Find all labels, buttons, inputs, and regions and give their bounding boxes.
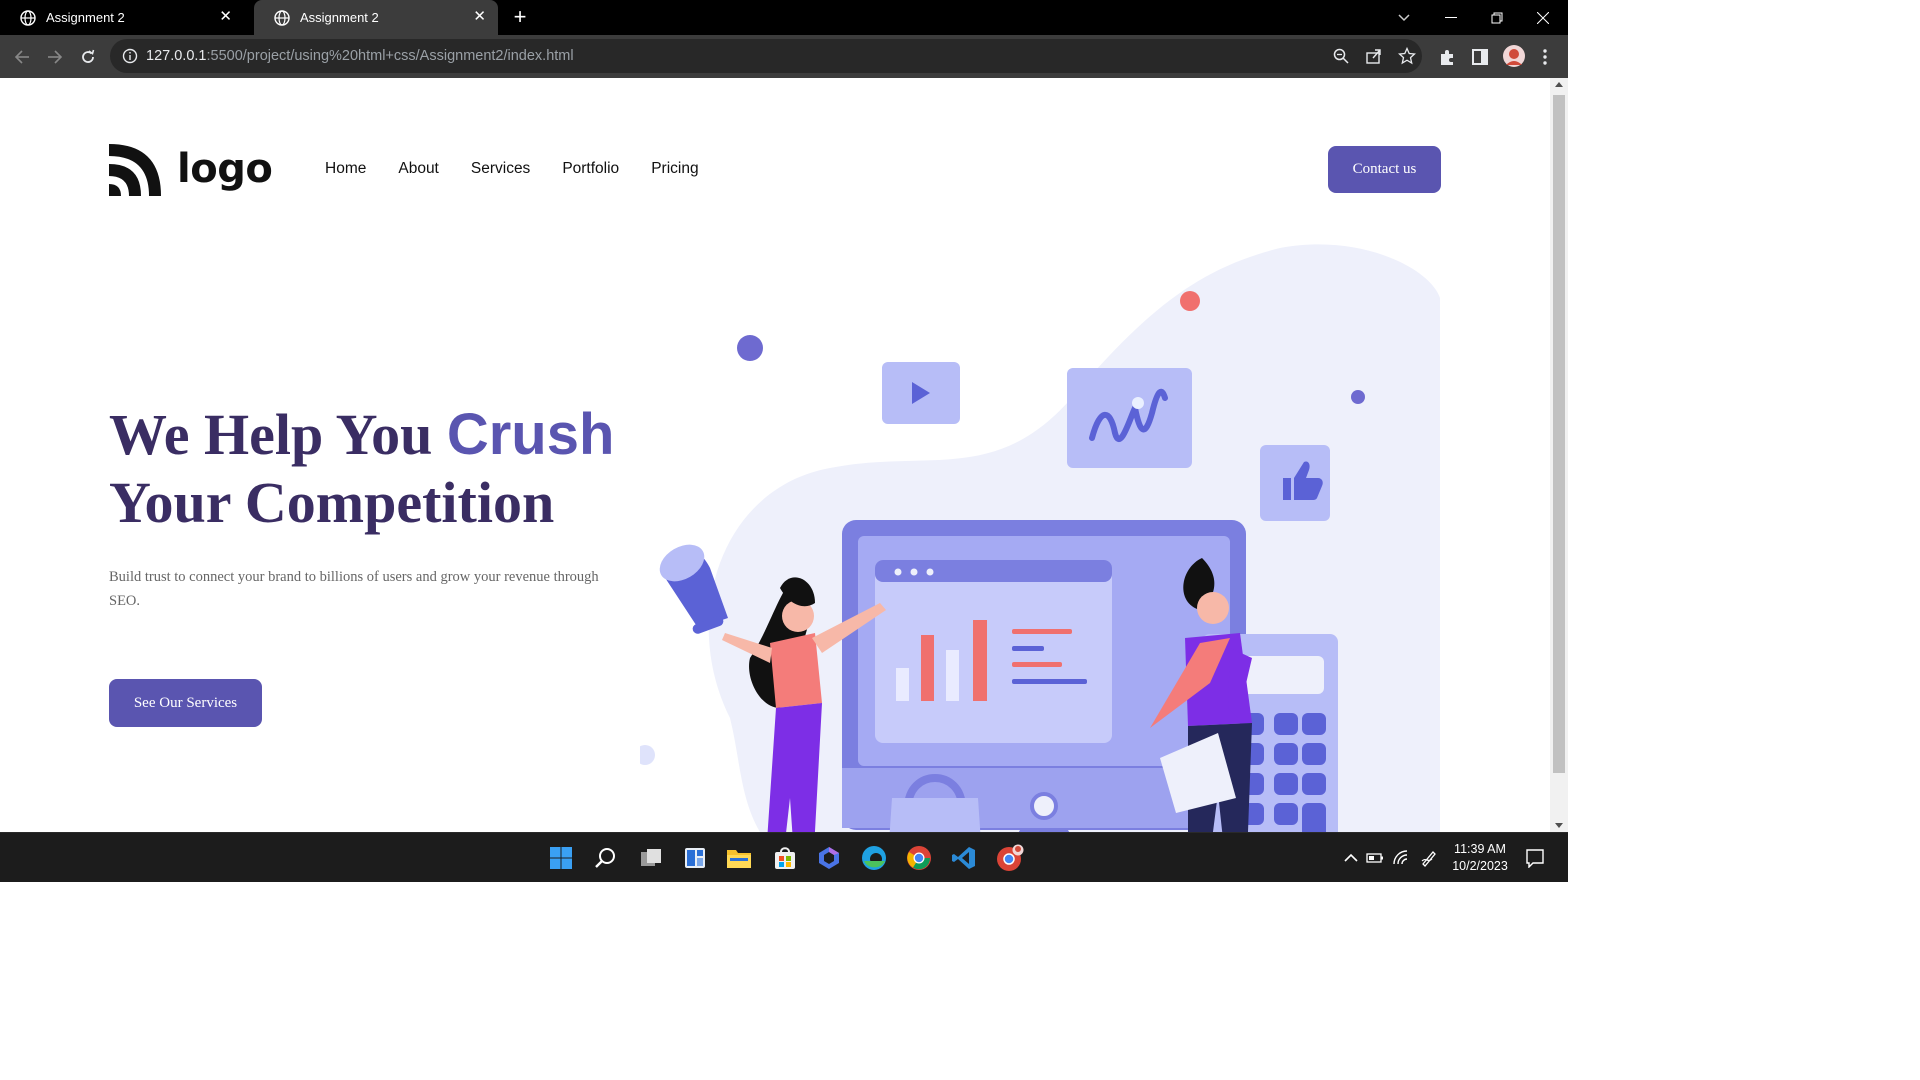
- window-dot: [910, 568, 918, 576]
- profile-avatar[interactable]: [1503, 45, 1525, 67]
- bar-1: [896, 668, 909, 701]
- contact-us-button[interactable]: Contact us: [1328, 146, 1441, 193]
- scrollbar-thumb[interactable]: [1553, 95, 1565, 773]
- vscode-icon[interactable]: [949, 843, 979, 873]
- url-host: 127.0.0.1: [146, 48, 207, 64]
- hero-title-part1: We Help You: [109, 402, 447, 467]
- copilot-icon[interactable]: [814, 843, 844, 873]
- nav-about[interactable]: About: [398, 160, 439, 178]
- hero-illustration: [640, 244, 1440, 832]
- chrome-profile-icon[interactable]: [995, 843, 1025, 873]
- nav-home[interactable]: Home: [325, 160, 366, 178]
- dot-blue-small: [1351, 390, 1365, 404]
- system-clock[interactable]: 11:39 AM 10/2/2023: [1448, 841, 1512, 875]
- tab-search-icon[interactable]: [1392, 0, 1416, 35]
- text-line-2: [1012, 646, 1044, 651]
- monitor-camera: [1030, 792, 1058, 820]
- window-dot: [926, 568, 934, 576]
- main-nav: Home About Services Portfolio Pricing: [325, 160, 731, 178]
- scroll-down-icon[interactable]: [1555, 823, 1563, 828]
- scroll-up-icon[interactable]: [1555, 82, 1563, 87]
- notifications-icon[interactable]: [1525, 848, 1545, 868]
- pen-icon[interactable]: [1420, 849, 1438, 867]
- bookmark-star-icon[interactable]: [1398, 47, 1416, 65]
- extensions-puzzle-icon[interactable]: [1437, 47, 1457, 67]
- url-text[interactable]: 127.0.0.1:5500/project/using%20html+css/…: [146, 48, 574, 64]
- logo-mark-icon: [109, 144, 161, 196]
- search-icon[interactable]: [590, 843, 620, 873]
- browser-toolbar: 127.0.0.1:5500/project/using%20html+css/…: [0, 35, 1568, 78]
- page-scrollbar[interactable]: [1550, 78, 1568, 832]
- text-line-4: [1012, 679, 1087, 684]
- tab-title: Assignment 2: [300, 10, 379, 25]
- reload-icon[interactable]: [77, 46, 99, 68]
- store-icon[interactable]: [770, 843, 800, 873]
- browser-tab-active[interactable]: Assignment 2 ✕: [254, 0, 498, 35]
- globe-icon: [20, 9, 36, 26]
- new-tab-button[interactable]: +: [508, 4, 532, 30]
- close-window-icon[interactable]: [1520, 0, 1566, 35]
- more-menu-icon[interactable]: [1538, 47, 1552, 67]
- globe-icon: [274, 9, 290, 26]
- hero-title: We Help You Crush Your Competition: [109, 401, 669, 537]
- back-icon[interactable]: [11, 46, 33, 68]
- info-icon[interactable]: [122, 48, 138, 64]
- nav-services[interactable]: Services: [471, 160, 530, 178]
- battery-icon[interactable]: [1366, 849, 1384, 867]
- file-explorer-icon[interactable]: [724, 843, 754, 873]
- dot-purple: [737, 335, 763, 361]
- zoom-icon[interactable]: [1332, 47, 1350, 65]
- side-panel-icon[interactable]: [1470, 47, 1490, 67]
- clock-date: 10/2/2023: [1452, 859, 1508, 873]
- see-services-button[interactable]: See Our Services: [109, 679, 262, 727]
- nav-pricing[interactable]: Pricing: [651, 160, 698, 178]
- forward-icon[interactable]: [44, 46, 66, 68]
- browser-tab-strip: Assignment 2 ✕ Assignment 2 ✕ +: [0, 0, 1568, 35]
- site-logo[interactable]: logo: [109, 142, 273, 196]
- wifi-icon[interactable]: [1392, 849, 1410, 867]
- widgets-icon[interactable]: [680, 843, 710, 873]
- tab-title: Assignment 2: [46, 10, 125, 25]
- screen-window: [875, 560, 1112, 743]
- screen-window-titlebar: [875, 560, 1112, 582]
- close-tab-icon[interactable]: ✕: [219, 9, 232, 25]
- edge-browser-icon[interactable]: [859, 843, 889, 873]
- window-dot: [894, 568, 902, 576]
- close-tab-icon[interactable]: ✕: [473, 9, 486, 25]
- bar-4: [973, 620, 987, 701]
- windows-start-icon[interactable]: [546, 843, 576, 873]
- page-viewport: logo Home About Services Portfolio Prici…: [0, 78, 1550, 832]
- shopping-bag: [889, 798, 981, 832]
- text-line-3: [1012, 662, 1062, 667]
- chevron-up-icon[interactable]: [1342, 849, 1360, 867]
- os-taskbar: 11:39 AM 10/2/2023: [0, 832, 1568, 882]
- nav-portfolio[interactable]: Portfolio: [562, 160, 619, 178]
- dot-coral: [1180, 291, 1200, 311]
- dot-pale: [640, 745, 655, 765]
- text-line-1: [1012, 629, 1072, 634]
- task-view-icon[interactable]: [636, 843, 666, 873]
- chrome-icon[interactable]: [904, 843, 934, 873]
- hero-title-part2: Your Competition: [109, 470, 555, 535]
- bar-3: [946, 650, 959, 701]
- trend-point: [1132, 397, 1144, 409]
- logo-text: logo: [177, 146, 273, 192]
- browser-tab[interactable]: Assignment 2 ✕: [0, 0, 244, 35]
- bar-2: [921, 635, 934, 701]
- clock-time: 11:39 AM: [1454, 842, 1506, 856]
- restore-icon[interactable]: [1474, 0, 1520, 35]
- address-bar[interactable]: 127.0.0.1:5500/project/using%20html+css/…: [110, 39, 1422, 73]
- hero-title-accent: Crush: [446, 402, 615, 467]
- url-path: :5500/project/using%20html+css/Assignmen…: [206, 48, 574, 64]
- minimize-icon[interactable]: [1428, 0, 1474, 35]
- share-icon[interactable]: [1365, 47, 1383, 65]
- hero-subtitle: Build trust to connect your brand to bil…: [109, 569, 599, 609]
